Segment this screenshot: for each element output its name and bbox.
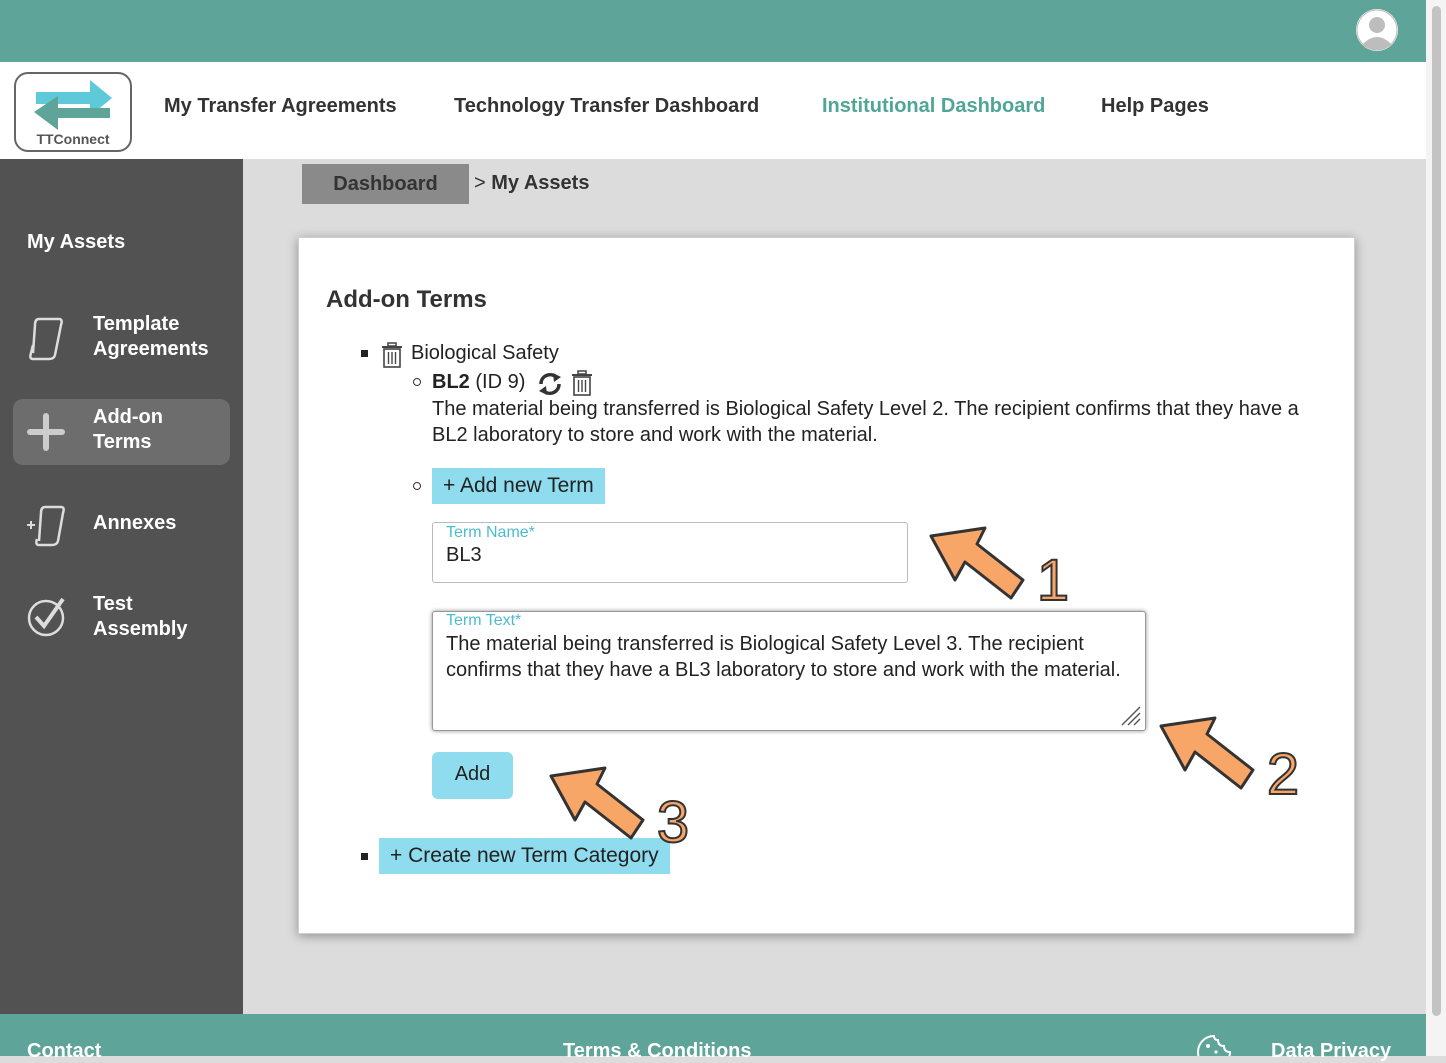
category-name: Biological Safety xyxy=(411,342,559,364)
add-on-terms-card: Add-on Terms Biological Safety BL2 (ID 9… xyxy=(298,237,1355,934)
sidebar-item-template-agreements[interactable]: Template Agreements xyxy=(13,307,230,373)
annotation-arrow-2: 2 xyxy=(1159,716,1300,800)
resize-handle-icon[interactable] xyxy=(1119,704,1141,726)
list-bullet xyxy=(413,482,421,490)
sidebar-title: My Assets xyxy=(27,231,126,253)
term-name-input[interactable]: BL3 xyxy=(446,544,482,567)
trash-icon[interactable] xyxy=(381,342,403,368)
add-new-term-button[interactable]: + Add new Term xyxy=(432,468,605,504)
term-id: (ID 9) xyxy=(475,371,526,393)
cookie-icon xyxy=(1197,1034,1232,1056)
breadcrumb-separator: > xyxy=(474,172,486,194)
nav-institutional-dashboard[interactable]: Institutional Dashboard xyxy=(822,95,1045,118)
page-title: Add-on Terms xyxy=(326,286,487,313)
footer-terms-link[interactable]: Terms & Conditions xyxy=(563,1040,752,1063)
term-text-input[interactable]: The material being transferred is Biolog… xyxy=(446,631,1136,683)
annotation-label-2: 2 xyxy=(1267,742,1299,800)
term-description: The material being transferred is Biolog… xyxy=(432,398,1299,446)
list-bullet xyxy=(361,350,368,357)
sidebar-item-label: Add-on Terms xyxy=(93,406,163,453)
sidebar-item-add-on-terms[interactable]: Add-on Terms xyxy=(13,399,230,465)
footer-contact-link[interactable]: Contact xyxy=(27,1040,101,1063)
check-circle-icon xyxy=(27,597,65,637)
sidebar-item-annexes[interactable]: Annexes xyxy=(13,493,230,559)
ttconnect-logo[interactable]: TTConnect xyxy=(14,72,132,152)
breadcrumb: > My Assets xyxy=(474,172,589,195)
scroll-icon xyxy=(29,317,63,361)
sidebar-item-label: Test Assembly xyxy=(93,593,188,640)
term-text-label: Term Text* xyxy=(446,612,522,629)
term-name: BL2 xyxy=(432,371,470,393)
nav-my-transfer-agreements[interactable]: My Transfer Agreements xyxy=(164,95,397,118)
main-nav: TTConnect My Transfer Agreements Technol… xyxy=(0,62,1426,159)
top-bar xyxy=(0,0,1426,62)
add-term-submit-button[interactable]: Add xyxy=(432,752,513,799)
exchange-arrows-icon xyxy=(34,80,112,130)
sidebar-item-test-assembly[interactable]: Test Assembly xyxy=(13,583,230,649)
term-name-field[interactable]: Term Name* BL3 xyxy=(432,522,908,583)
plus-icon xyxy=(27,413,65,451)
term-name-label: Term Name* xyxy=(446,524,535,541)
user-avatar-icon[interactable] xyxy=(1356,9,1398,51)
nav-technology-transfer-dashboard[interactable]: Technology Transfer Dashboard xyxy=(454,95,759,118)
term-item: BL2 (ID 9) xyxy=(432,371,525,394)
sidebar: My Assets Template Agreements Add-on Terms… xyxy=(0,159,243,1014)
trash-icon[interactable] xyxy=(571,370,593,396)
list-bullet xyxy=(413,378,421,386)
sidebar-item-label: Template Agreements xyxy=(93,313,209,360)
footer-data-privacy-link[interactable]: Data Privacy xyxy=(1271,1040,1391,1063)
sidebar-item-label: Annexes xyxy=(93,512,177,534)
scrollbar-thumb[interactable] xyxy=(1432,6,1441,1016)
logo-text: TTConnect xyxy=(36,131,110,147)
term-text-field[interactable]: Term Text* The material being transferre… xyxy=(432,611,1146,731)
scroll-plus-icon xyxy=(27,505,65,547)
sync-icon[interactable] xyxy=(537,372,563,396)
list-bullet xyxy=(361,853,368,860)
nav-help-pages[interactable]: Help Pages xyxy=(1101,95,1209,118)
breadcrumb-current: My Assets xyxy=(491,172,590,194)
annotation-arrow-1: 1 xyxy=(929,526,1070,606)
breadcrumb-dashboard-button[interactable]: Dashboard xyxy=(302,164,469,204)
annotation-arrow-3: 3 xyxy=(549,766,690,850)
annotation-label-1: 1 xyxy=(1037,548,1069,606)
annotation-label-3: 3 xyxy=(657,790,689,850)
footer: Contact Terms & Conditions Data Privacy xyxy=(0,1014,1426,1062)
